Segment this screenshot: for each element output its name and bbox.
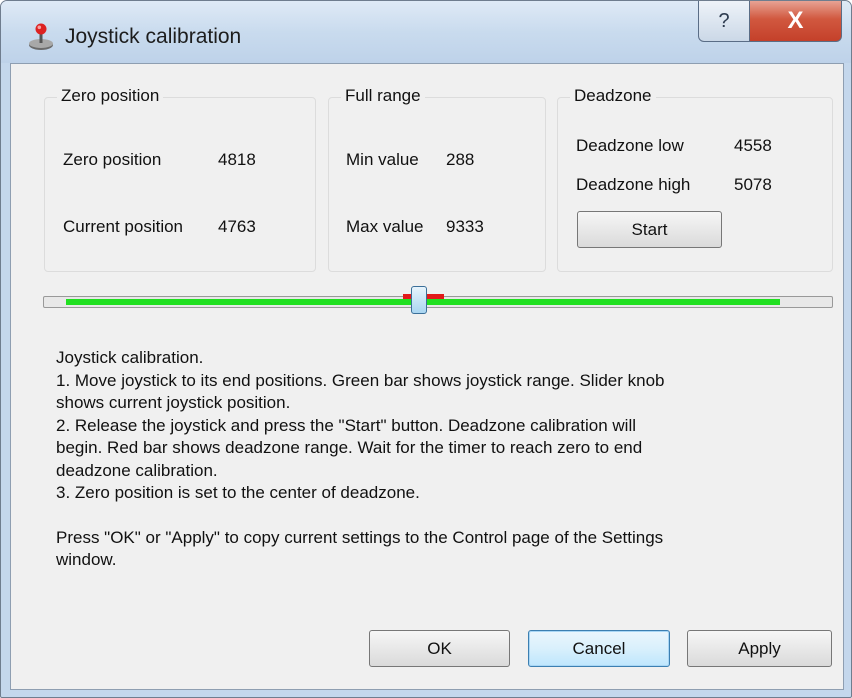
dialog-body: Zero position Zero position 4818 Current… [10, 63, 844, 690]
group-title: Full range [341, 86, 425, 106]
zero-position-group: Zero position Zero position 4818 Current… [44, 86, 316, 272]
apply-button[interactable]: Apply [687, 630, 832, 667]
deadzone-high-value: 5078 [734, 175, 772, 194]
min-value-label: Min value [346, 150, 419, 169]
close-button[interactable]: X [749, 1, 842, 42]
instruction-line: 3. Zero position is set to the center of… [56, 483, 420, 502]
joystick-range-slider[interactable] [43, 286, 833, 314]
instruction-line: 2. Release the joystick and press the "S… [56, 415, 636, 435]
instruction-line: 1. Move joystick to its end positions. G… [56, 370, 665, 390]
help-icon: ? [718, 9, 730, 32]
group-title: Zero position [57, 86, 164, 106]
footer-line: Press "OK" or "Apply" to copy current se… [56, 527, 664, 547]
instruction-line: deadzone calibration. [56, 460, 218, 480]
help-button[interactable]: ? [698, 1, 750, 42]
instruction-line: shows current joystick position. [56, 393, 291, 412]
close-icon: X [787, 7, 804, 34]
ok-button[interactable]: OK [369, 630, 510, 667]
joystick-icon [29, 23, 53, 50]
zero-position-value: 4818 [218, 150, 256, 169]
deadzone-low-value: 4558 [734, 136, 772, 155]
zero-position-label: Zero position [63, 150, 162, 169]
footer-line: window. [56, 550, 117, 569]
slider-knob[interactable] [411, 286, 428, 314]
current-position-value: 4763 [218, 217, 256, 236]
start-button[interactable]: Start [577, 211, 722, 248]
instruction-line: Joystick calibration. [56, 348, 204, 367]
window-title: Joystick calibration [65, 25, 242, 48]
instructions-text: Joystick calibration. 1. Move joystick t… [56, 347, 816, 572]
current-position-label: Current position [63, 217, 184, 236]
calibration-dialog: Joystick calibration ? X Zero position Z… [0, 0, 852, 698]
min-value: 288 [446, 150, 475, 169]
full-range-group: Full range Min value 288 Max value 9333 [328, 86, 546, 272]
deadzone-group: Deadzone Deadzone low 4558 Deadzone high… [557, 86, 833, 272]
instruction-line: begin. Red bar shows deadzone range. Wai… [56, 438, 643, 457]
max-value-label: Max value [346, 217, 424, 236]
max-value: 9333 [446, 217, 484, 236]
deadzone-high-label: Deadzone high [576, 175, 691, 194]
group-title: Deadzone [570, 86, 656, 106]
deadzone-low-label: Deadzone low [576, 136, 684, 155]
cancel-button[interactable]: Cancel [528, 630, 670, 667]
title-bar[interactable]: Joystick calibration ? X [1, 1, 851, 63]
